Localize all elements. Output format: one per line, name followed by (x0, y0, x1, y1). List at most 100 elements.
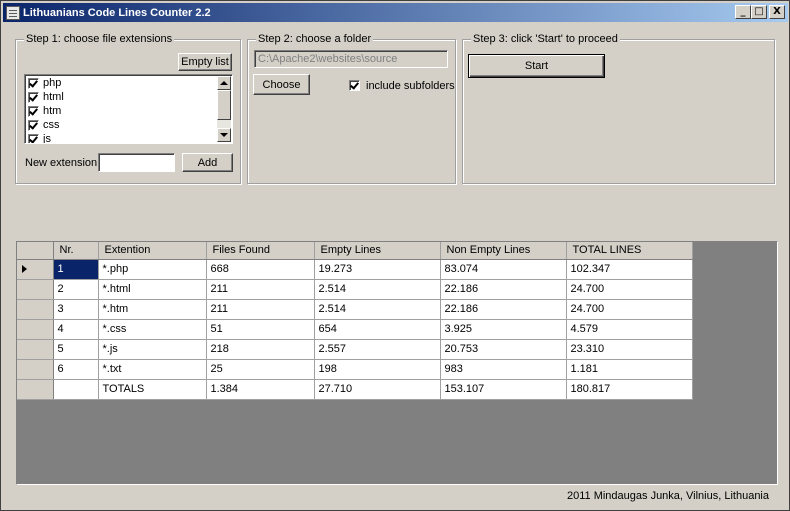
table-cell[interactable]: 4.579 (566, 319, 693, 340)
table-cell[interactable]: *.html (98, 279, 207, 300)
table-row[interactable]: 3 *.htm 211 2.514 22.186 24.700 (17, 299, 693, 320)
table-cell[interactable]: *.htm (98, 299, 207, 320)
footer-credit: 2011 Mindaugas Junka, Vilnius, Lithuania (566, 490, 769, 502)
extension-label: css (43, 119, 60, 131)
table-cell[interactable]: 19.273 (314, 259, 441, 280)
table-cell[interactable]: 3.925 (440, 319, 567, 340)
column-header-total-lines[interactable]: TOTAL LINES (566, 242, 693, 260)
extension-item[interactable]: htm (25, 104, 232, 118)
table-cell[interactable]: 3 (53, 299, 99, 320)
table-cell[interactable]: TOTALS (98, 379, 207, 400)
table-cell[interactable]: 2.514 (314, 279, 441, 300)
title-bar[interactable]: Lithuanians Code Lines Counter 2.2 _ □ X (3, 3, 788, 22)
choose-folder-button[interactable]: Choose (253, 74, 310, 95)
table-cell[interactable]: 22.186 (440, 299, 567, 320)
scroll-up-button[interactable] (217, 76, 231, 90)
table-cell[interactable]: 4 (53, 319, 99, 340)
table-cell[interactable]: 2 (53, 279, 99, 300)
column-header-nr[interactable]: Nr. (53, 242, 99, 260)
table-cell[interactable]: 1.384 (206, 379, 315, 400)
extensions-list[interactable]: php html htm css js (24, 74, 233, 144)
table-cell[interactable]: 211 (206, 279, 315, 300)
extension-checkbox[interactable] (28, 133, 39, 143)
extension-label: html (43, 91, 64, 103)
table-cell[interactable]: 20.753 (440, 339, 567, 360)
table-cell[interactable]: 211 (206, 299, 315, 320)
table-cell[interactable]: 180.817 (566, 379, 693, 400)
row-header[interactable] (17, 319, 54, 340)
table-cell[interactable]: 24.700 (566, 279, 693, 300)
arrow-down-icon (220, 133, 228, 137)
column-header-extention[interactable]: Extention (98, 242, 207, 260)
new-extension-input[interactable] (98, 153, 175, 172)
include-subfolders-checkbox[interactable] (349, 80, 360, 91)
current-row-arrow-icon (22, 265, 27, 273)
table-cell[interactable]: *.txt (98, 359, 207, 380)
extension-item[interactable]: js (25, 132, 232, 143)
extension-item[interactable]: html (25, 90, 232, 104)
extension-item[interactable]: css (25, 118, 232, 132)
window-controls: _ □ X (735, 5, 785, 19)
row-header[interactable] (17, 339, 54, 360)
table-cell[interactable]: *.js (98, 339, 207, 360)
extension-checkbox[interactable] (28, 77, 39, 89)
window-title: Lithuanians Code Lines Counter 2.2 (23, 6, 211, 19)
totals-row[interactable]: TOTALS 1.384 27.710 153.107 180.817 (17, 379, 693, 400)
column-header-non-empty-lines[interactable]: Non Empty Lines (440, 242, 567, 260)
maximize-button[interactable]: □ (751, 5, 767, 19)
column-header-files-found[interactable]: Files Found (206, 242, 315, 260)
extension-item[interactable]: php (25, 76, 232, 90)
scroll-thumb[interactable] (217, 90, 231, 120)
table-cell[interactable] (53, 379, 99, 400)
minimize-button[interactable]: _ (735, 5, 751, 19)
extension-checkbox[interactable] (28, 119, 39, 131)
table-cell[interactable]: 5 (53, 339, 99, 360)
table-cell[interactable]: 6 (53, 359, 99, 380)
results-grid[interactable]: Nr. Extention Files Found Empty Lines No… (16, 241, 778, 485)
extensions-scrollbar[interactable] (217, 76, 231, 142)
table-cell[interactable]: 2.514 (314, 299, 441, 320)
table-cell[interactable]: 668 (206, 259, 315, 280)
table-row[interactable]: 1 *.php 668 19.273 83.074 102.347 (17, 259, 693, 280)
table-cell[interactable]: 23.310 (566, 339, 693, 360)
column-header-empty-lines[interactable]: Empty Lines (314, 242, 441, 260)
extension-label: htm (43, 105, 62, 117)
add-extension-button[interactable]: Add (182, 153, 233, 172)
table-cell[interactable]: 24.700 (566, 299, 693, 320)
table-cell[interactable]: 1 (53, 259, 99, 280)
extension-checkbox[interactable] (28, 91, 39, 103)
app-icon (6, 5, 20, 20)
row-header[interactable] (17, 379, 54, 400)
table-cell[interactable]: 27.710 (314, 379, 441, 400)
table-cell[interactable]: 2.557 (314, 339, 441, 360)
table-cell[interactable]: 218 (206, 339, 315, 360)
table-cell[interactable]: 198 (314, 359, 441, 380)
extension-checkbox[interactable] (28, 105, 39, 117)
table-cell[interactable]: 1.181 (566, 359, 693, 380)
row-header[interactable] (17, 279, 54, 300)
table-cell[interactable]: 983 (440, 359, 567, 380)
table-cell[interactable]: 51 (206, 319, 315, 340)
table-cell[interactable]: *.css (98, 319, 207, 340)
table-cell[interactable]: 25 (206, 359, 315, 380)
start-button[interactable]: Start (468, 54, 605, 78)
table-row[interactable]: 2 *.html 211 2.514 22.186 24.700 (17, 279, 693, 300)
table-row[interactable]: 5 *.js 218 2.557 20.753 23.310 (17, 339, 693, 360)
table-cell[interactable]: *.php (98, 259, 207, 280)
row-header[interactable] (17, 299, 54, 320)
table-cell[interactable]: 654 (314, 319, 441, 340)
table-cell[interactable]: 83.074 (440, 259, 567, 280)
step2-group: Step 2: choose a folder C:\Apache2\websi… (247, 33, 456, 184)
empty-list-button[interactable]: Empty list (178, 53, 232, 71)
scroll-down-button[interactable] (217, 128, 231, 142)
extension-label: php (43, 77, 62, 89)
folder-path-field: C:\Apache2\websites\source (254, 50, 448, 68)
table-cell[interactable]: 153.107 (440, 379, 567, 400)
close-button[interactable]: X (769, 5, 785, 19)
table-cell[interactable]: 22.186 (440, 279, 567, 300)
table-row[interactable]: 6 *.txt 25 198 983 1.181 (17, 359, 693, 380)
table-cell[interactable]: 102.347 (566, 259, 693, 280)
row-header[interactable] (17, 359, 54, 380)
row-header[interactable] (17, 259, 54, 280)
table-row[interactable]: 4 *.css 51 654 3.925 4.579 (17, 319, 693, 340)
